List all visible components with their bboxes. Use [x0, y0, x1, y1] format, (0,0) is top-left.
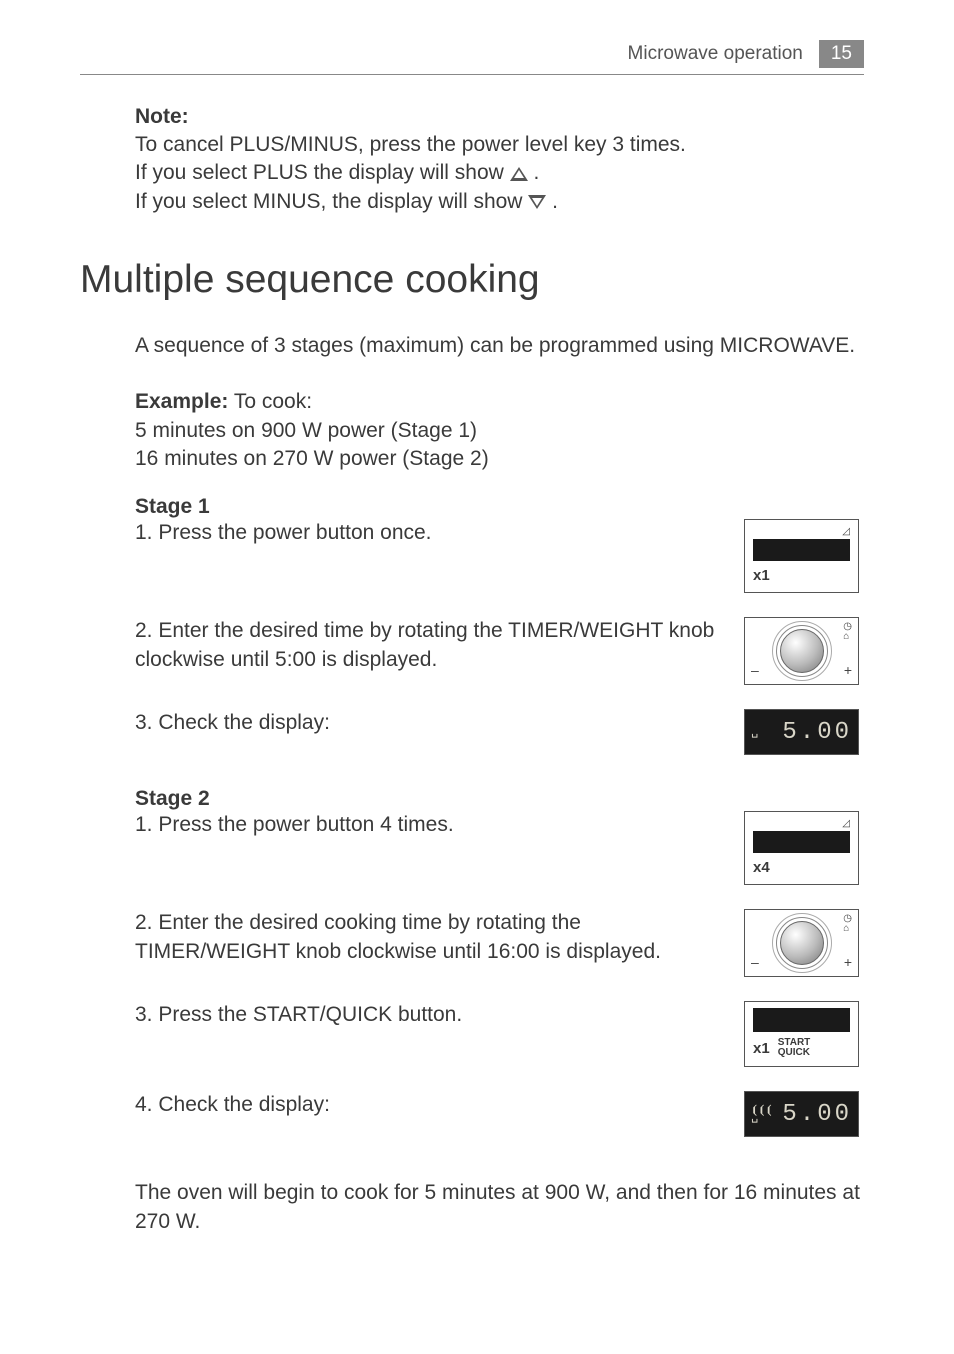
power-button-panel: ◿ x4 — [744, 811, 859, 885]
start-quick-panel: x1 START QUICK — [744, 1001, 859, 1067]
triangle-down-icon — [528, 195, 546, 209]
press-count-x4: x4 — [753, 859, 850, 876]
start-quick-label: START QUICK — [778, 1038, 811, 1058]
knob-plus-icon: + — [844, 662, 852, 678]
display-panel: ⦗⦗⦗␣ 5.00 — [744, 1091, 859, 1137]
triangle-up-icon — [510, 167, 528, 181]
display-time: 5.00 — [782, 1101, 852, 1128]
example-lead: To cook: — [228, 390, 312, 413]
example-stage-2: 16 minutes on 270 W power (Stage 2) — [135, 445, 864, 473]
knob-symbols-icon: ◷⌂ — [843, 914, 852, 934]
knob-symbols-icon: ◷⌂ — [843, 622, 852, 642]
page-header: Microwave operation 15 — [80, 40, 864, 75]
stage-1-title: Stage 1 — [135, 495, 864, 519]
knob-minus-icon: – — [751, 954, 759, 970]
display-time: 5.00 — [782, 719, 852, 746]
press-count-x1: x1 — [753, 567, 850, 584]
lcd-strip — [753, 539, 850, 561]
note-line-2a: If you select PLUS the display will show — [135, 161, 510, 184]
note-heading: Note: — [135, 105, 864, 129]
microwave-waves-icon: ⦗⦗⦗␣ — [751, 1108, 773, 1120]
stage-1-step-3: 3. Check the display: — [135, 709, 744, 737]
stage-2-step-4: 4. Check the display: — [135, 1091, 744, 1119]
stage-2-step-3: 3. Press the START/QUICK button. — [135, 1001, 744, 1029]
page-number: 15 — [819, 40, 864, 68]
display-panel: ␣ 5.00 — [744, 709, 859, 755]
knob-icon — [780, 629, 824, 673]
press-count-x1: x1 — [753, 1040, 770, 1057]
note-line-2b: . — [534, 161, 540, 184]
lcd-display: ⦗⦗⦗␣ 5.00 — [745, 1092, 858, 1136]
lcd-display: ␣ 5.00 — [745, 710, 858, 754]
microwave-waves-icon: ␣ — [751, 729, 758, 735]
section-title: Microwave operation — [628, 43, 803, 65]
note-line-3b: . — [552, 190, 558, 213]
main-heading: Multiple sequence cooking — [80, 258, 864, 302]
knob-plus-icon: + — [844, 954, 852, 970]
lcd-strip — [753, 831, 850, 853]
intro-text: A sequence of 3 stages (maximum) can be … — [135, 332, 864, 360]
example-stage-1: 5 minutes on 900 W power (Stage 1) — [135, 417, 864, 445]
power-button-panel: ◿ x1 — [744, 519, 859, 593]
note-line-3: If you select MINUS, the display will sh… — [135, 188, 864, 216]
example-line: Example: To cook: — [135, 388, 864, 416]
timer-weight-knob-panel: – + ◷⌂ — [744, 617, 859, 685]
stage-2-title: Stage 2 — [135, 787, 864, 811]
knob-icon — [780, 921, 824, 965]
quick-label: QUICK — [778, 1047, 810, 1058]
panel-indicator-icon: ◿ — [753, 818, 850, 829]
stage-1-step-2: 2. Enter the desired time by rotating th… — [135, 617, 744, 674]
example-label: Example: — [135, 390, 228, 413]
lcd-strip — [753, 1008, 850, 1032]
stage-2-step-1: 1. Press the power button 4 times. — [135, 811, 744, 839]
note-line-3a: If you select MINUS, the display will sh… — [135, 190, 528, 213]
stage-2-step-2: 2. Enter the desired cooking time by rot… — [135, 909, 744, 966]
timer-weight-knob-panel: – + ◷⌂ — [744, 909, 859, 977]
note-line-2: If you select PLUS the display will show… — [135, 159, 864, 187]
note-line-1: To cancel PLUS/MINUS, press the power le… — [135, 131, 864, 159]
panel-indicator-icon: ◿ — [753, 526, 850, 537]
stage-1-step-1: 1. Press the power button once. — [135, 519, 744, 547]
closing-text: The oven will begin to cook for 5 minute… — [135, 1179, 864, 1236]
knob-minus-icon: – — [751, 662, 759, 678]
